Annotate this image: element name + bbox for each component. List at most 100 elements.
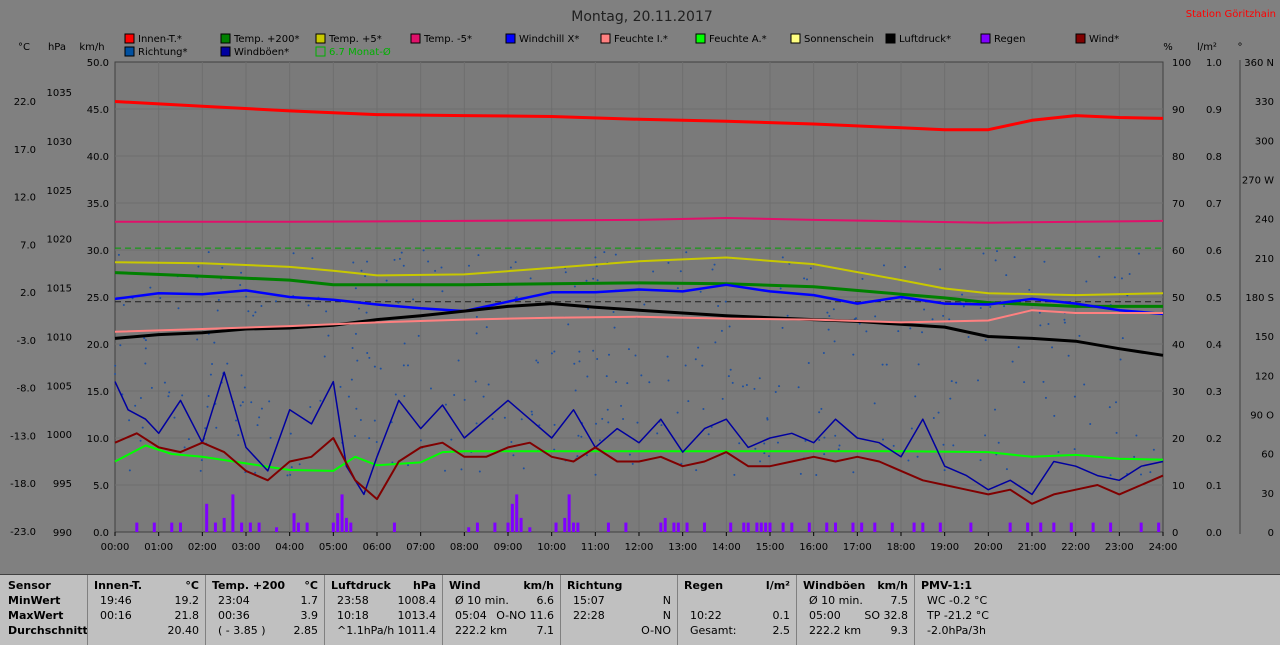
direction-point (117, 253, 120, 256)
direction-point (292, 252, 295, 255)
tick-percent: 10 (1172, 481, 1185, 492)
rain-bar (349, 522, 353, 532)
direction-point (290, 466, 293, 469)
direction-point (778, 385, 781, 388)
direction-point (1043, 260, 1046, 263)
direction-point (574, 389, 577, 392)
x-tick-label: 17:00 (843, 542, 872, 553)
direction-point (852, 471, 855, 474)
stats-column-regen: Regen l/m² 10:22 0.1 Gesamt: 2.5 (677, 575, 796, 645)
station-label: Station Göritzhain (1186, 9, 1276, 20)
rain-bar (1139, 522, 1143, 532)
tick-percent: 70 (1172, 199, 1185, 210)
direction-point (803, 277, 806, 280)
tick-degrees: 330 (1255, 97, 1274, 108)
direction-point (134, 404, 137, 407)
direction-point (753, 387, 756, 390)
legend-label: Temp. +200* (233, 34, 299, 45)
direction-point (612, 311, 615, 314)
direction-point (512, 454, 515, 457)
stats-col-title: Windböen (803, 579, 866, 592)
direction-point (797, 386, 800, 389)
x-tick-label: 09:00 (494, 542, 523, 553)
legend-swatch (695, 33, 706, 44)
direction-point (837, 448, 840, 451)
legend-label: Innen-T.* (138, 34, 182, 45)
stats-col-unit: hPa (412, 579, 436, 592)
direction-point (323, 355, 326, 358)
legend-swatch (410, 33, 421, 44)
stats-cell-label: Ø 10 min. (455, 594, 509, 607)
direction-point (475, 315, 478, 318)
direction-point (240, 271, 243, 274)
direction-point (727, 375, 730, 378)
rain-bar (663, 517, 667, 532)
direction-point (397, 301, 400, 304)
stats-cell-value: 19.2 (174, 594, 200, 607)
direction-point (767, 455, 770, 458)
tick-celsius: -3.0 (16, 336, 36, 347)
rain-bar (676, 522, 680, 532)
direction-point (1133, 455, 1136, 458)
direction-point (955, 381, 958, 384)
direction-point (1044, 396, 1047, 399)
rain-bar (659, 522, 663, 532)
direction-point (509, 266, 512, 269)
direction-point (592, 349, 595, 352)
x-tick-label: 22:00 (1061, 542, 1090, 553)
direction-point (211, 362, 214, 365)
direction-point (359, 419, 362, 422)
direction-point (400, 251, 403, 254)
direction-point (596, 358, 599, 361)
direction-point (592, 277, 595, 280)
direction-point (394, 393, 397, 396)
direction-point (1135, 434, 1138, 437)
direction-point (309, 406, 312, 409)
direction-point (603, 251, 606, 254)
stats-cell-label: TP -21.2 °C (927, 609, 989, 622)
direction-point (943, 469, 946, 472)
direction-point (656, 432, 659, 435)
direction-point (535, 359, 538, 362)
direction-point (366, 260, 369, 263)
direction-point (1128, 273, 1131, 276)
tick-hpa: 1020 (47, 235, 72, 246)
stats-cell-value: 1.7 (300, 594, 319, 607)
stats-row-min: MinWert (8, 594, 61, 607)
direction-point (873, 402, 876, 405)
direction-point (838, 444, 841, 447)
legend-label: Wind* (1089, 34, 1119, 45)
direction-point (763, 452, 766, 455)
rain-bar (179, 522, 182, 532)
direction-point (595, 422, 598, 425)
tick-celsius: 22.0 (14, 97, 36, 108)
x-tick-label: 04:00 (275, 542, 304, 553)
rain-bar (467, 527, 471, 532)
rain-bar (1052, 522, 1056, 532)
direction-point (567, 323, 570, 326)
direction-point (923, 308, 926, 311)
rain-bar (768, 522, 772, 532)
direction-point (1152, 448, 1155, 451)
direction-point (325, 310, 328, 313)
direction-point (1038, 311, 1041, 314)
direction-point (351, 347, 354, 350)
direction-point (207, 395, 210, 398)
rain-bar (213, 522, 217, 532)
direction-point (260, 407, 263, 410)
direction-point (141, 426, 144, 429)
tick-hpa: 1010 (47, 332, 72, 343)
direction-point (353, 435, 356, 438)
tick-kmh: 40.0 (87, 152, 109, 163)
direction-point (402, 364, 405, 367)
direction-point (729, 368, 732, 371)
direction-point (577, 434, 580, 437)
legend-swatch (1075, 33, 1086, 44)
rain-bar (506, 522, 510, 532)
direction-point (937, 411, 940, 414)
direction-point (403, 342, 406, 345)
stats-cell-label: 23:58 (337, 594, 369, 607)
direction-point (245, 295, 248, 298)
direction-point (531, 413, 534, 416)
tick-rain: 0.7 (1206, 199, 1222, 210)
